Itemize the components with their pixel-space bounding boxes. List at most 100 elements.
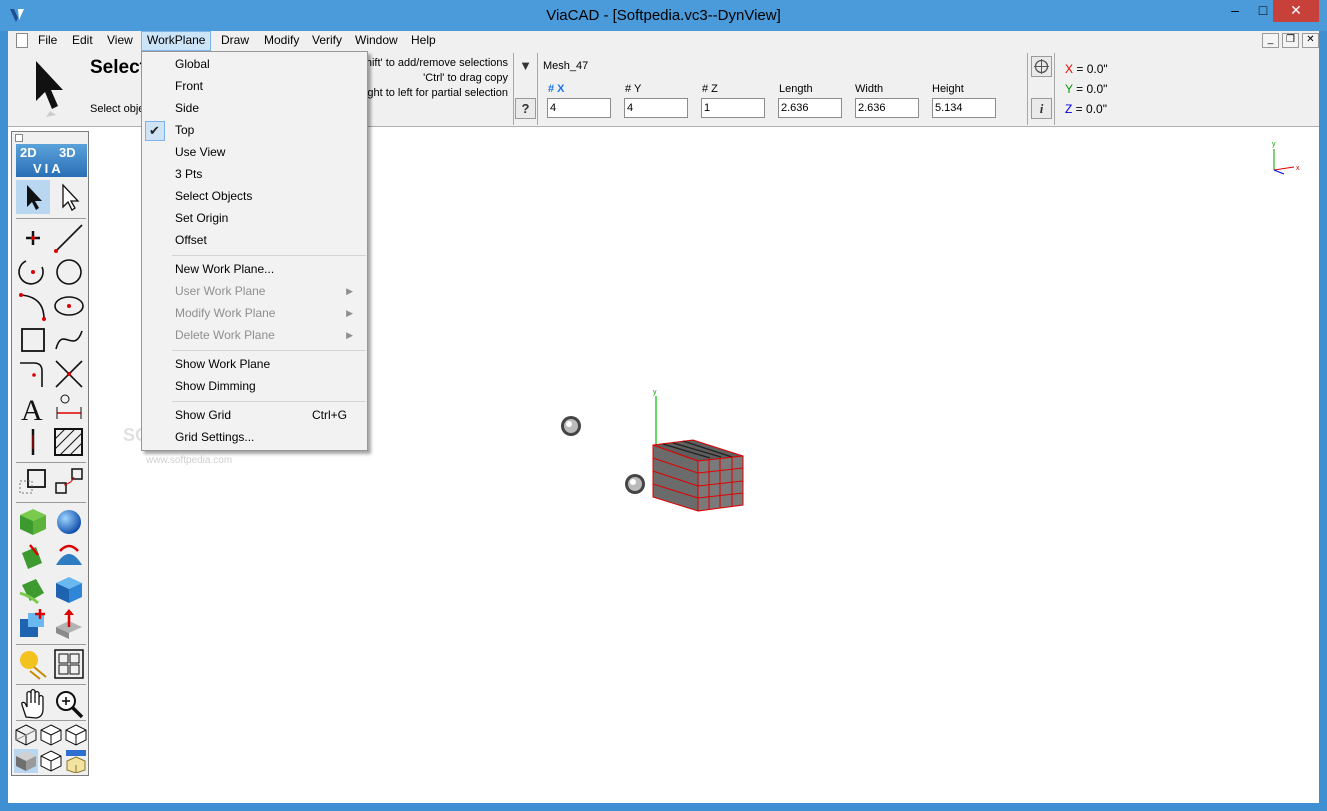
point-tool[interactable]: [16, 221, 50, 255]
line-tool[interactable]: [52, 221, 86, 255]
menu-item-grid-settings[interactable]: Grid Settings...: [175, 430, 254, 444]
menu-file[interactable]: File: [33, 31, 62, 51]
menu-item-global[interactable]: Global: [175, 57, 210, 71]
boolean-tool[interactable]: [16, 607, 50, 641]
transform-tool[interactable]: [16, 465, 50, 499]
arc3pt-tool[interactable]: [16, 289, 50, 323]
extrude-tool[interactable]: [16, 539, 50, 573]
snap-target-button[interactable]: [1031, 56, 1052, 77]
menu-item-modify-work-plane[interactable]: Modify Work Plane ▶: [175, 306, 365, 320]
menu-workplane[interactable]: WorkPlane: [141, 31, 212, 51]
sphere-handle[interactable]: [561, 416, 581, 436]
crosshair-icon: [1034, 59, 1049, 74]
loft-tool[interactable]: [16, 573, 50, 607]
mdi-restore-button[interactable]: ❐: [1282, 33, 1299, 48]
menu-item-offset[interactable]: Offset: [175, 233, 207, 247]
menu-item-select-objects[interactable]: Select Objects: [175, 189, 252, 203]
view-render-button[interactable]: [64, 749, 88, 774]
help-button[interactable]: ?: [515, 98, 536, 119]
fillet-tool[interactable]: [16, 357, 50, 391]
arc-tool[interactable]: [16, 255, 50, 289]
render-tool[interactable]: [16, 647, 50, 681]
separator: [1054, 53, 1055, 125]
copy-icon: [55, 468, 83, 494]
menu-draw[interactable]: Draw: [216, 31, 254, 51]
menu-item-set-origin[interactable]: Set Origin: [175, 211, 228, 225]
render-cube-icon: [66, 750, 86, 774]
menu-item-3pts[interactable]: 3 Pts: [175, 167, 202, 181]
palette-grip-icon[interactable]: [15, 134, 23, 142]
menu-item-show-work-plane[interactable]: Show Work Plane: [175, 357, 270, 371]
close-button[interactable]: ✕: [1273, 0, 1319, 22]
circle-tool[interactable]: [52, 255, 86, 289]
view-shaded-edges-button[interactable]: [39, 749, 63, 773]
line-icon: [54, 224, 83, 253]
menu-window[interactable]: Window: [350, 31, 403, 51]
y-axis-label: y: [653, 389, 657, 396]
mesh-object[interactable]: [652, 439, 744, 512]
text-tool[interactable]: A: [16, 391, 50, 427]
mdi-close-button[interactable]: ✕: [1302, 33, 1319, 48]
zoom-tool[interactable]: [52, 687, 86, 721]
triad-y-label: y: [1272, 141, 1276, 148]
box-tool[interactable]: [16, 505, 50, 539]
menu-item-new-work-plane[interactable]: New Work Plane...: [175, 262, 274, 276]
menu-modify[interactable]: Modify: [259, 31, 304, 51]
shell-tool[interactable]: [52, 573, 86, 607]
hatch-tool[interactable]: [52, 425, 86, 459]
rectangle-tool[interactable]: [16, 323, 50, 357]
trim-tool[interactable]: [52, 357, 86, 391]
menu-item-delete-work-plane[interactable]: Delete Work Plane ▶: [175, 328, 365, 342]
field-label-y-count: # Y: [625, 83, 642, 95]
layout-tool[interactable]: [52, 647, 86, 681]
hint-partial: right to left for partial selection: [361, 87, 508, 99]
document-icon[interactable]: [16, 33, 28, 48]
info-button[interactable]: i: [1031, 98, 1052, 119]
view-shaded-button[interactable]: [14, 749, 38, 773]
select-subobject-tool[interactable]: [52, 180, 86, 214]
via-2d3d-logo[interactable]: 2D 3D VIA: [16, 144, 87, 177]
menu-item-label: Modify Work Plane: [175, 306, 276, 320]
dropdown-arrow-icon[interactable]: ▼: [515, 56, 536, 77]
centerline-tool[interactable]: [16, 425, 50, 459]
height-input[interactable]: [932, 98, 996, 118]
z-count-input[interactable]: [701, 98, 765, 118]
menu-help[interactable]: Help: [406, 31, 441, 51]
copy-tool[interactable]: [52, 465, 86, 499]
menu-view[interactable]: View: [102, 31, 138, 51]
arrow-outline-icon: [62, 183, 80, 211]
dimension-tool[interactable]: [52, 391, 86, 425]
pan-tool[interactable]: [16, 687, 50, 721]
x-count-input[interactable]: [547, 98, 611, 118]
view-outline-button[interactable]: [64, 723, 88, 747]
menu-item-show-dimming[interactable]: Show Dimming: [175, 379, 256, 393]
spline-tool[interactable]: [52, 323, 86, 357]
view-hidden-line-button[interactable]: [39, 723, 63, 747]
svg-text:A: A: [21, 394, 43, 425]
sphere-handle[interactable]: [625, 474, 645, 494]
menu-edit[interactable]: Edit: [67, 31, 98, 51]
trim-icon: [55, 360, 83, 388]
select-tool[interactable]: [16, 180, 50, 214]
width-input[interactable]: [855, 98, 919, 118]
y-count-input[interactable]: [624, 98, 688, 118]
menu-item-top[interactable]: Top: [175, 123, 194, 137]
menu-item-use-view[interactable]: Use View: [175, 145, 225, 159]
menu-verify[interactable]: Verify: [307, 31, 347, 51]
minimize-button[interactable]: –: [1220, 0, 1250, 22]
ellipse-tool[interactable]: [52, 289, 86, 323]
menu-item-user-work-plane[interactable]: User Work Plane ▶: [175, 284, 365, 298]
coord-z-readout: Z = 0.0": [1065, 102, 1107, 116]
coord-x-readout: X = 0.0": [1065, 62, 1108, 76]
mdi-minimize-button[interactable]: _: [1262, 33, 1279, 48]
sphere-tool[interactable]: [52, 505, 86, 539]
field-label-width: Width: [855, 83, 884, 95]
revolve-tool[interactable]: [52, 539, 86, 573]
push-pull-tool[interactable]: [52, 607, 86, 641]
menu-item-show-grid[interactable]: Show Grid: [175, 408, 231, 422]
field-label-length: Length: [779, 83, 813, 95]
menu-item-front[interactable]: Front: [175, 79, 203, 93]
view-wireframe-button[interactable]: [14, 723, 38, 747]
menu-item-side[interactable]: Side: [175, 101, 199, 115]
length-input[interactable]: [778, 98, 842, 118]
